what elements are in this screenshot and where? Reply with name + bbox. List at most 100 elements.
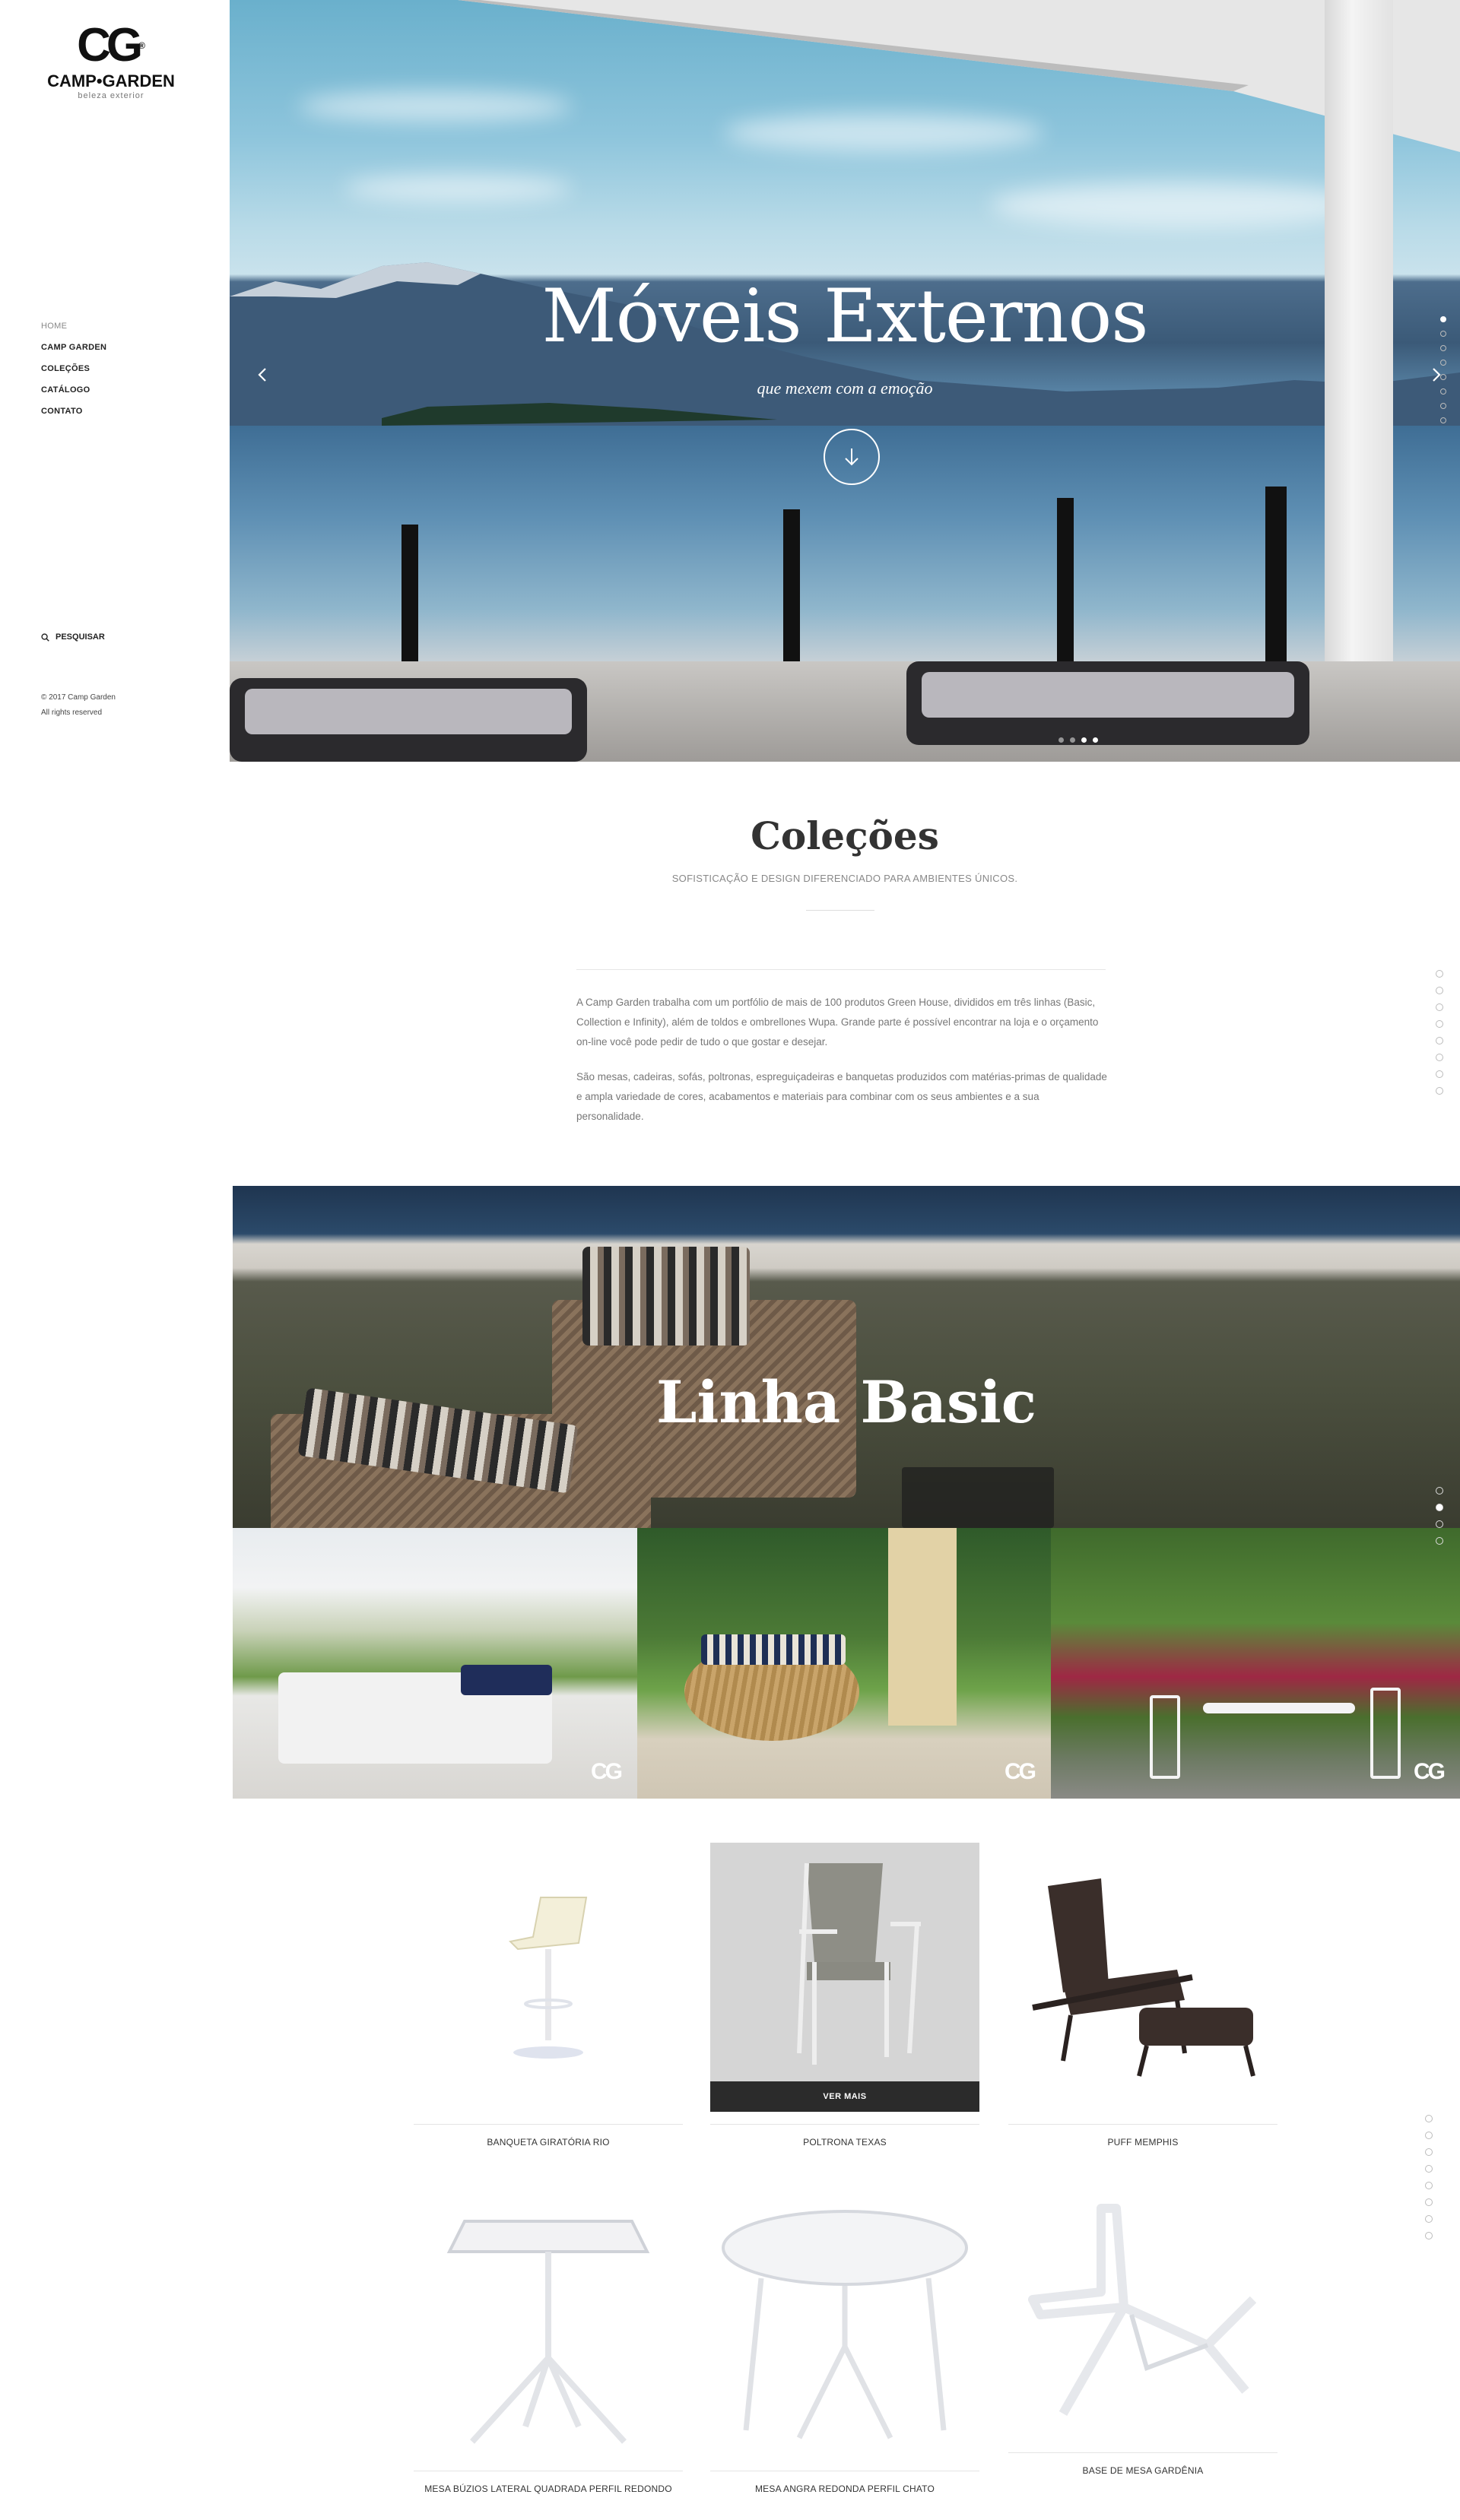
linha-basic-title: Linha Basic — [656, 1368, 1036, 1436]
product-name[interactable]: POLTRONA TEXAS — [710, 2137, 979, 2148]
nav-item-home[interactable]: HOME — [41, 319, 106, 341]
slide-pagination — [1058, 737, 1098, 743]
roof-overhang — [458, 0, 1460, 152]
hero-slider: Móveis Externos que mexem com a emoção — [230, 0, 1460, 762]
section-nav-dots — [1436, 1487, 1443, 1545]
section-dot[interactable] — [1425, 2198, 1433, 2206]
cg-badge-icon: CG — [591, 1759, 623, 1784]
section-dot[interactable] — [1436, 1504, 1443, 1511]
product-card[interactable]: PUFF MEMPHIS — [1008, 1843, 1278, 2148]
logo-tagline: beleza exterior — [78, 91, 144, 100]
section-dot[interactable] — [1425, 2115, 1433, 2122]
section-dot[interactable] — [1436, 1003, 1443, 1011]
product-name[interactable]: PUFF MEMPHIS — [1008, 2137, 1278, 2148]
hero-subtitle: que mexem com a emoção — [757, 379, 933, 398]
product-name[interactable]: BANQUETA GIRATÓRIA RIO — [414, 2137, 683, 2148]
copyright-text: © 2017 Camp Garden — [41, 693, 116, 702]
divider — [576, 969, 1106, 970]
section-dot[interactable] — [1425, 2165, 1433, 2173]
section-dot[interactable] — [1436, 987, 1443, 994]
linha-basic-banner[interactable]: Linha Basic — [233, 1186, 1460, 1528]
section-dot[interactable] — [1436, 1537, 1443, 1545]
nav-item-colecoes[interactable]: COLEÇÕES — [41, 362, 106, 383]
gallery-photo-daybed[interactable]: CG — [637, 1528, 1051, 1799]
product-name[interactable]: MESA ANGRA REDONDA PERFIL CHATO — [710, 2484, 979, 2494]
slide-dot[interactable] — [1058, 737, 1064, 743]
scroll-down-button[interactable] — [824, 429, 880, 485]
section-dot[interactable] — [1436, 970, 1443, 978]
colecoes-subtitle: SOFISTICAÇÃO E DESIGN DIFERENCIADO PARA … — [671, 873, 1018, 884]
section-dot[interactable] — [1440, 388, 1446, 395]
section-dot[interactable] — [1436, 1070, 1443, 1078]
product-name[interactable]: MESA BÚZIOS LATERAL QUADRADA PERFIL REDO… — [414, 2484, 683, 2494]
product-card[interactable]: VER MAIS POLTRONA TEXAS — [710, 1843, 979, 2148]
logo-name: CAMP•GARDEN — [47, 71, 175, 90]
navy-cushions — [461, 1665, 552, 1695]
section-dot[interactable] — [1425, 2148, 1433, 2156]
section-nav-dots — [1440, 316, 1446, 423]
product-image[interactable] — [414, 1843, 683, 2112]
divider — [1008, 2124, 1278, 2125]
section-dot[interactable] — [1440, 374, 1446, 380]
section-dot[interactable] — [1440, 316, 1446, 322]
section-dot[interactable] — [1436, 1054, 1443, 1061]
product-image[interactable] — [1008, 2189, 1278, 2440]
lounger-left — [230, 678, 587, 762]
nav-item-catalogo[interactable]: CATÁLOGO — [41, 383, 106, 404]
slide-dot[interactable] — [1093, 737, 1098, 743]
section-dot[interactable] — [1440, 403, 1446, 409]
footer-copyright: © 2017 Camp Garden All rights reserved — [41, 690, 116, 721]
cloud — [344, 175, 572, 202]
lounger-right — [906, 661, 1309, 745]
search-button[interactable]: PESQUISAR — [41, 632, 105, 642]
section-dot[interactable] — [1425, 2132, 1433, 2139]
slide-dot[interactable] — [1081, 737, 1087, 743]
product-image[interactable] — [1008, 1843, 1278, 2112]
intro-paragraph: A Camp Garden trabalha com um portfólio … — [576, 997, 1099, 1048]
product-image[interactable] — [710, 2189, 979, 2458]
gallery-photo-garden[interactable]: CG — [1051, 1528, 1460, 1799]
section-dot[interactable] — [1436, 1087, 1443, 1095]
section-dot[interactable] — [1440, 345, 1446, 351]
colecoes-title: Coleções — [751, 813, 939, 858]
lounge-chair-puff-image — [1032, 1878, 1255, 2077]
product-image[interactable] — [414, 2189, 683, 2458]
divider — [414, 2124, 683, 2125]
section-dot[interactable] — [1425, 2215, 1433, 2223]
round-table-image — [722, 2210, 968, 2439]
hero-title: Móveis Externos — [541, 274, 1148, 359]
slider-prev-button[interactable] — [257, 363, 268, 389]
section-dot[interactable] — [1440, 331, 1446, 337]
section-dot[interactable] — [1425, 2182, 1433, 2189]
search-label: PESQUISAR — [56, 632, 105, 642]
product-card[interactable]: BANQUETA GIRATÓRIA RIO — [414, 1843, 683, 2148]
section-dot[interactable] — [1440, 417, 1446, 423]
section-dot[interactable] — [1436, 1037, 1443, 1044]
product-card[interactable]: MESA ANGRA REDONDA PERFIL CHATO — [710, 2189, 979, 2494]
brand-logo[interactable]: CG® CAMP•GARDEN beleza exterior — [43, 21, 179, 101]
product-image[interactable]: VER MAIS — [710, 1843, 979, 2112]
rights-text: All rights reserved — [41, 708, 103, 717]
wall-column — [888, 1528, 957, 1726]
section-dot[interactable] — [1436, 1020, 1443, 1028]
ver-mais-button[interactable]: VER MAIS — [710, 2081, 979, 2112]
section-dot[interactable] — [1440, 360, 1446, 366]
nav-item-contato[interactable]: CONTATO — [41, 404, 106, 426]
gallery-photo-veranda[interactable]: CG — [233, 1528, 637, 1799]
section-dot[interactable] — [1436, 1487, 1443, 1495]
section-dot[interactable] — [1436, 1520, 1443, 1528]
section-nav-dots — [1425, 2115, 1433, 2239]
glass-post — [783, 509, 800, 677]
divider — [806, 910, 874, 911]
nav-item-camp-garden[interactable]: CAMP GARDEN — [41, 341, 106, 362]
section-dot[interactable] — [1425, 2232, 1433, 2239]
intro-paragraph: São mesas, cadeiras, sofás, poltronas, e… — [576, 1071, 1107, 1122]
search-icon — [41, 632, 49, 642]
product-card[interactable]: MESA BÚZIOS LATERAL QUADRADA PERFIL REDO… — [414, 2189, 683, 2494]
product-card[interactable]: BASE DE MESA GARDÊNIA — [1008, 2189, 1278, 2476]
slide-dot[interactable] — [1070, 737, 1075, 743]
product-name[interactable]: BASE DE MESA GARDÊNIA — [1008, 2465, 1278, 2476]
cg-badge-icon: CG — [1414, 1759, 1446, 1784]
side-table — [902, 1467, 1054, 1528]
white-chair — [1370, 1688, 1401, 1779]
